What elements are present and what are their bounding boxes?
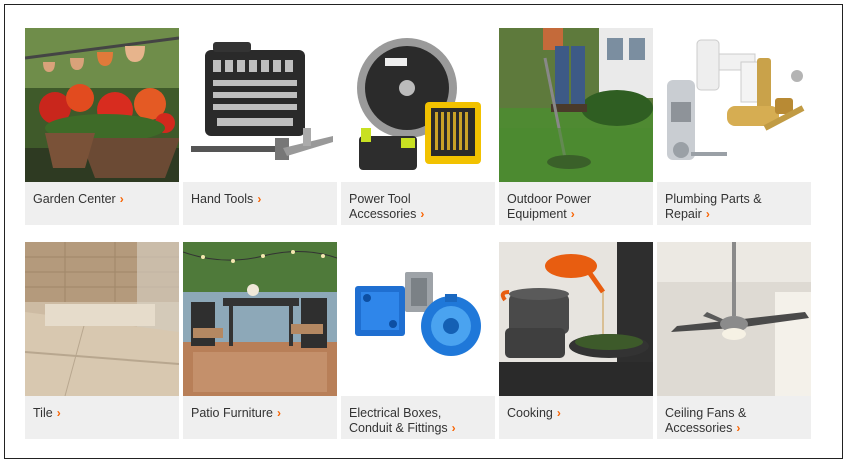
category-tile-cooking[interactable]: Cooking › bbox=[499, 242, 653, 439]
category-tile-outdoor-power-equipment[interactable]: Outdoor Power Equipment › bbox=[499, 28, 653, 225]
category-label[interactable]: Hand Tools › bbox=[183, 182, 337, 225]
category-tile-plumbing-parts-repair[interactable]: Plumbing Parts & Repair › bbox=[657, 28, 811, 225]
category-tile-ceiling-fans[interactable]: Ceiling Fans & Accessories › bbox=[657, 242, 811, 439]
category-name[interactable]: Tile bbox=[33, 406, 53, 420]
category-tile-hand-tools[interactable]: Hand Tools › bbox=[183, 28, 337, 225]
plumbing-parts-repair-image[interactable] bbox=[657, 28, 811, 182]
category-label[interactable]: Ceiling Fans & Accessories › bbox=[657, 396, 811, 439]
tile-image[interactable] bbox=[25, 242, 179, 396]
garden-center-image[interactable] bbox=[25, 28, 179, 182]
category-tile-tile[interactable]: Tile › bbox=[25, 242, 179, 439]
category-label[interactable]: Plumbing Parts & Repair › bbox=[657, 182, 811, 225]
category-panel: Garden Center › Hand Tools › Power Tool … bbox=[4, 4, 843, 459]
category-name[interactable]: Patio Furniture bbox=[191, 406, 273, 420]
category-label[interactable]: Outdoor Power Equipment › bbox=[499, 182, 653, 225]
chevron-right-icon: › bbox=[119, 192, 124, 206]
category-name[interactable]: Hand Tools bbox=[191, 192, 253, 206]
electrical-boxes-image[interactable] bbox=[341, 242, 495, 396]
category-label[interactable]: Power Tool Accessories › bbox=[341, 182, 495, 225]
category-name[interactable]: Plumbing Parts & Repair bbox=[665, 192, 762, 221]
hand-tools-image[interactable] bbox=[183, 28, 337, 182]
chevron-right-icon: › bbox=[420, 207, 425, 221]
chevron-right-icon: › bbox=[556, 406, 561, 420]
chevron-right-icon: › bbox=[257, 192, 262, 206]
chevron-right-icon: › bbox=[570, 207, 575, 221]
category-tile-electrical-boxes[interactable]: Electrical Boxes, Conduit & Fittings › bbox=[341, 242, 495, 439]
category-grid: Garden Center › Hand Tools › Power Tool … bbox=[25, 28, 811, 439]
chevron-right-icon: › bbox=[451, 421, 456, 435]
category-label[interactable]: Patio Furniture › bbox=[183, 396, 337, 439]
category-label[interactable]: Garden Center › bbox=[25, 182, 179, 225]
category-tile-patio-furniture[interactable]: Patio Furniture › bbox=[183, 242, 337, 439]
chevron-right-icon: › bbox=[56, 406, 61, 420]
category-name[interactable]: Power Tool Accessories bbox=[349, 192, 416, 221]
category-label[interactable]: Tile › bbox=[25, 396, 179, 439]
category-tile-power-tool-accessories[interactable]: Power Tool Accessories › bbox=[341, 28, 495, 225]
cooking-image[interactable] bbox=[499, 242, 653, 396]
category-tile-garden-center[interactable]: Garden Center › bbox=[25, 28, 179, 225]
patio-furniture-image[interactable] bbox=[183, 242, 337, 396]
category-name[interactable]: Electrical Boxes, Conduit & Fittings bbox=[349, 406, 448, 435]
category-label[interactable]: Electrical Boxes, Conduit & Fittings › bbox=[341, 396, 495, 439]
category-name[interactable]: Cooking bbox=[507, 406, 553, 420]
chevron-right-icon: › bbox=[736, 421, 741, 435]
chevron-right-icon: › bbox=[705, 207, 710, 221]
category-name[interactable]: Outdoor Power Equipment bbox=[507, 192, 591, 221]
power-tool-accessories-image[interactable] bbox=[341, 28, 495, 182]
chevron-right-icon: › bbox=[276, 406, 281, 420]
category-name[interactable]: Ceiling Fans & Accessories bbox=[665, 406, 746, 435]
category-label[interactable]: Cooking › bbox=[499, 396, 653, 439]
category-name[interactable]: Garden Center bbox=[33, 192, 116, 206]
outdoor-power-equipment-image[interactable] bbox=[499, 28, 653, 182]
ceiling-fans-image[interactable] bbox=[657, 242, 811, 396]
